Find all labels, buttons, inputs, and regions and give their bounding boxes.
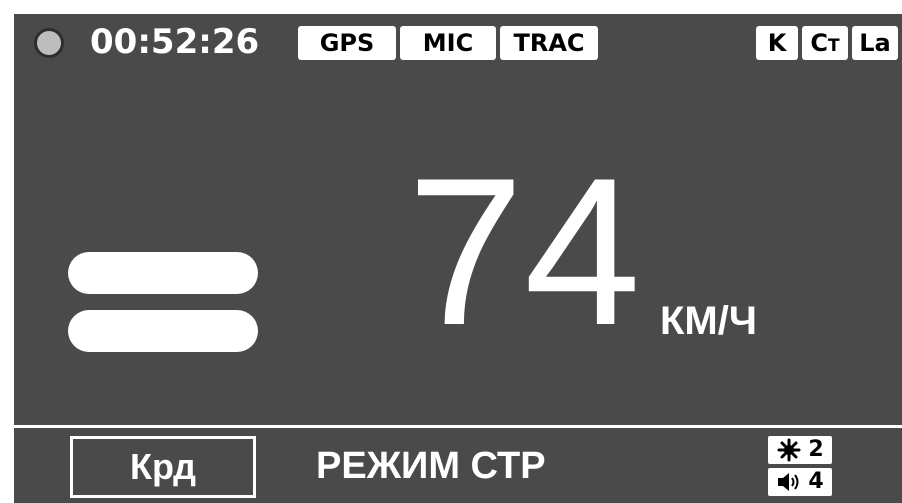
- band-la-badge: La: [852, 26, 898, 60]
- gps-badge: GPS: [298, 26, 396, 60]
- brightness-icon: [776, 438, 802, 462]
- speed-value: 74: [407, 134, 641, 369]
- signal-bars-icon: [68, 252, 258, 294]
- volume-icon: [776, 470, 802, 494]
- signal-bar-lower: [68, 310, 258, 352]
- volume-level: 4: [808, 469, 824, 494]
- radar-display-screen: 00:52:26 GPS MIC TRAC K CT La 74 КМ/Ч Кр…: [0, 0, 902, 503]
- region-box: Крд: [70, 436, 256, 498]
- volume-indicator: 4: [768, 468, 832, 496]
- speed-unit: КМ/Ч: [660, 299, 757, 343]
- display-panel: 00:52:26 GPS MIC TRAC K CT La 74 КМ/Ч Кр…: [14, 14, 902, 503]
- band-ct-badge: CT: [802, 26, 848, 60]
- band-ct-sub: T: [828, 36, 840, 56]
- band-ct-main: C: [810, 29, 828, 57]
- brightness-level: 2: [808, 437, 824, 462]
- divider: [14, 425, 902, 428]
- brightness-indicator: 2: [768, 436, 832, 464]
- trac-badge: TRAC: [500, 26, 598, 60]
- band-k-badge: K: [756, 26, 798, 60]
- record-indicator-icon: [34, 28, 64, 58]
- clock-time: 00:52:26: [90, 22, 260, 62]
- mode-label: РЕЖИМ СТР: [316, 445, 546, 487]
- mic-badge: MIC: [400, 26, 496, 60]
